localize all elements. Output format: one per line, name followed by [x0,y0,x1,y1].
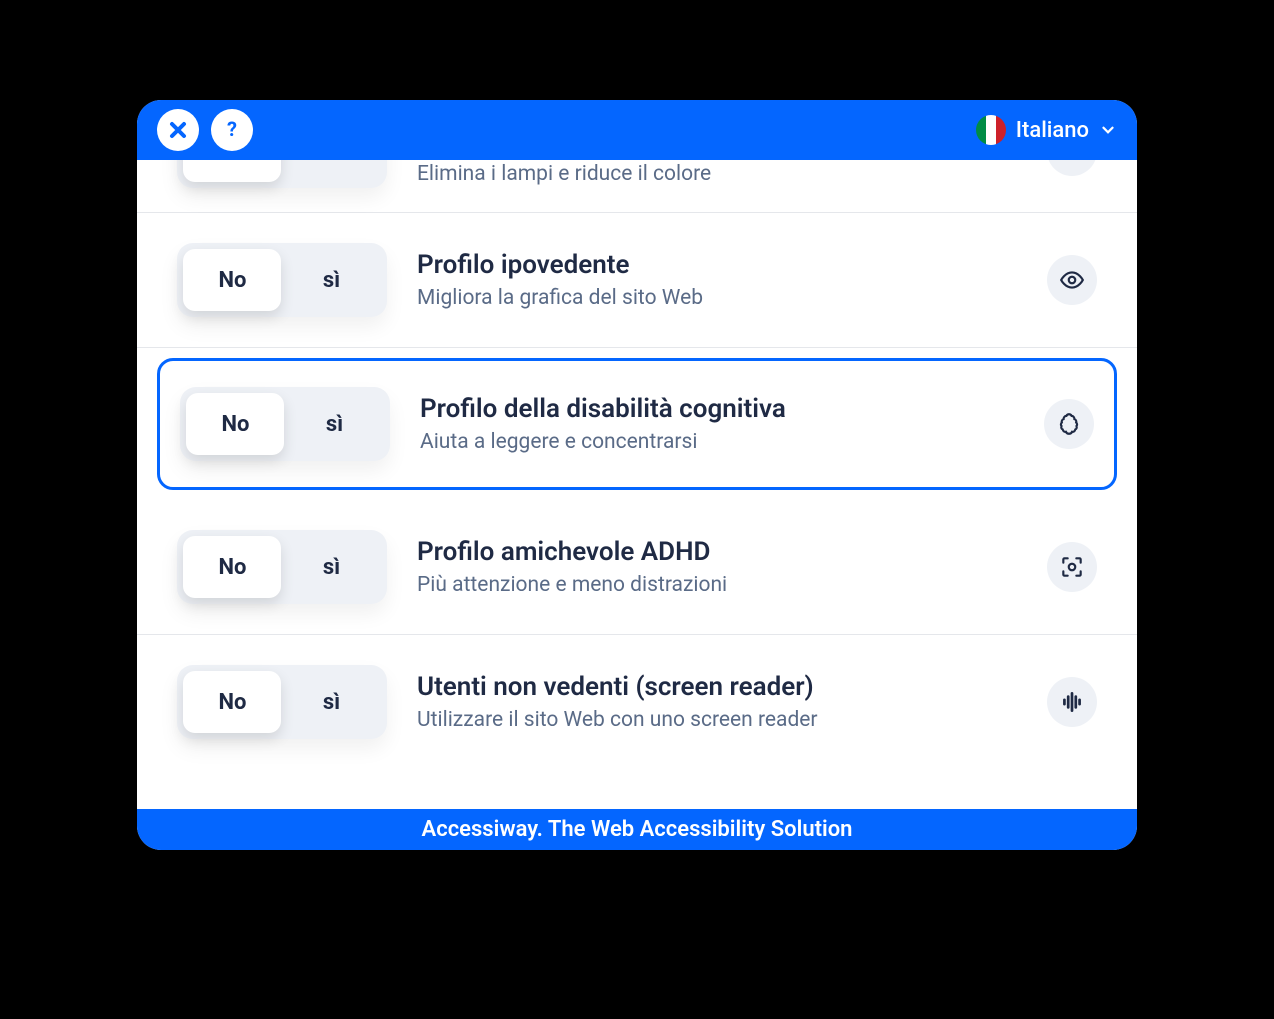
profile-row-adhd: No sì Profilo amichevole ADHD Più attenz… [137,500,1137,635]
profile-title: Profilo amichevole ADHD [417,537,1017,567]
profile-title: Utenti non vedenti (screen reader) [417,672,1017,702]
profile-row-cognitive: No sì Profilo della disabilità cognitiva… [157,358,1117,490]
toggle-blind[interactable]: No sì [177,665,387,739]
profile-desc: Utilizzare il sito Web con uno screen re… [417,708,1017,732]
audio-icon [1047,677,1097,727]
accessibility-panel: ? Italiano No sì Elimina i lampi e riduc… [137,100,1137,850]
toggle-no-label: No [186,412,285,437]
profile-row-vision: No sì Profilo ipovedente Migliora la gra… [137,213,1137,348]
eye-icon [1047,255,1097,305]
profile-desc: Aiuta a leggere e concentrarsi [420,430,1014,454]
toggle-yes-label: sì [285,412,384,437]
profile-row-blind: No sì Utenti non vedenti (screen reader)… [137,635,1137,769]
footer-text: Accessiway. The Web Accessibility Soluti… [422,817,853,842]
toggle-cognitive[interactable]: No sì [180,387,390,461]
chevron-down-icon [1099,121,1117,139]
profile-desc: Migliora la grafica del sito Web [417,286,1017,310]
toggle-seizure[interactable]: No sì [177,160,387,188]
toggle-no-label: No [183,555,282,580]
profile-desc: Più attenzione e meno distrazioni [417,573,1017,597]
profiles-list: No sì Elimina i lampi e riduce il colore… [137,160,1137,809]
seizure-icon [1047,160,1097,176]
panel-header: ? Italiano [137,100,1137,160]
question-icon: ? [220,118,244,142]
profile-info: Elimina i lampi e riduce il colore [417,162,1017,186]
brain-icon [1044,399,1094,449]
toggle-yes-label: sì [282,555,381,580]
toggle-yes-label: sì [282,160,381,164]
help-button[interactable]: ? [211,109,253,151]
toggle-yes-label: sì [282,690,381,715]
profile-title: Profilo della disabilità cognitiva [420,394,1014,424]
toggle-no-label: No [183,160,282,164]
panel-footer: Accessiway. The Web Accessibility Soluti… [137,809,1137,850]
profile-info: Profilo della disabilità cognitiva Aiuta… [420,394,1014,454]
toggle-no-label: No [183,690,282,715]
svg-text:?: ? [227,118,237,141]
focus-icon [1047,542,1097,592]
close-button[interactable] [157,109,199,151]
profile-info: Profilo amichevole ADHD Più attenzione e… [417,537,1017,597]
toggle-yes-label: sì [282,268,381,293]
profile-desc: Elimina i lampi e riduce il colore [417,162,1017,186]
close-icon [166,118,190,142]
profile-info: Profilo ipovedente Migliora la grafica d… [417,250,1017,310]
italy-flag-icon [976,115,1006,145]
language-label: Italiano [1016,118,1089,143]
toggle-no-label: No [183,268,282,293]
toggle-vision[interactable]: No sì [177,243,387,317]
profile-row-seizure: No sì Elimina i lampi e riduce il colore [137,160,1137,213]
profile-info: Utenti non vedenti (screen reader) Utili… [417,672,1017,732]
toggle-adhd[interactable]: No sì [177,530,387,604]
language-selector[interactable]: Italiano [976,115,1117,145]
profile-title: Profilo ipovedente [417,250,1017,280]
